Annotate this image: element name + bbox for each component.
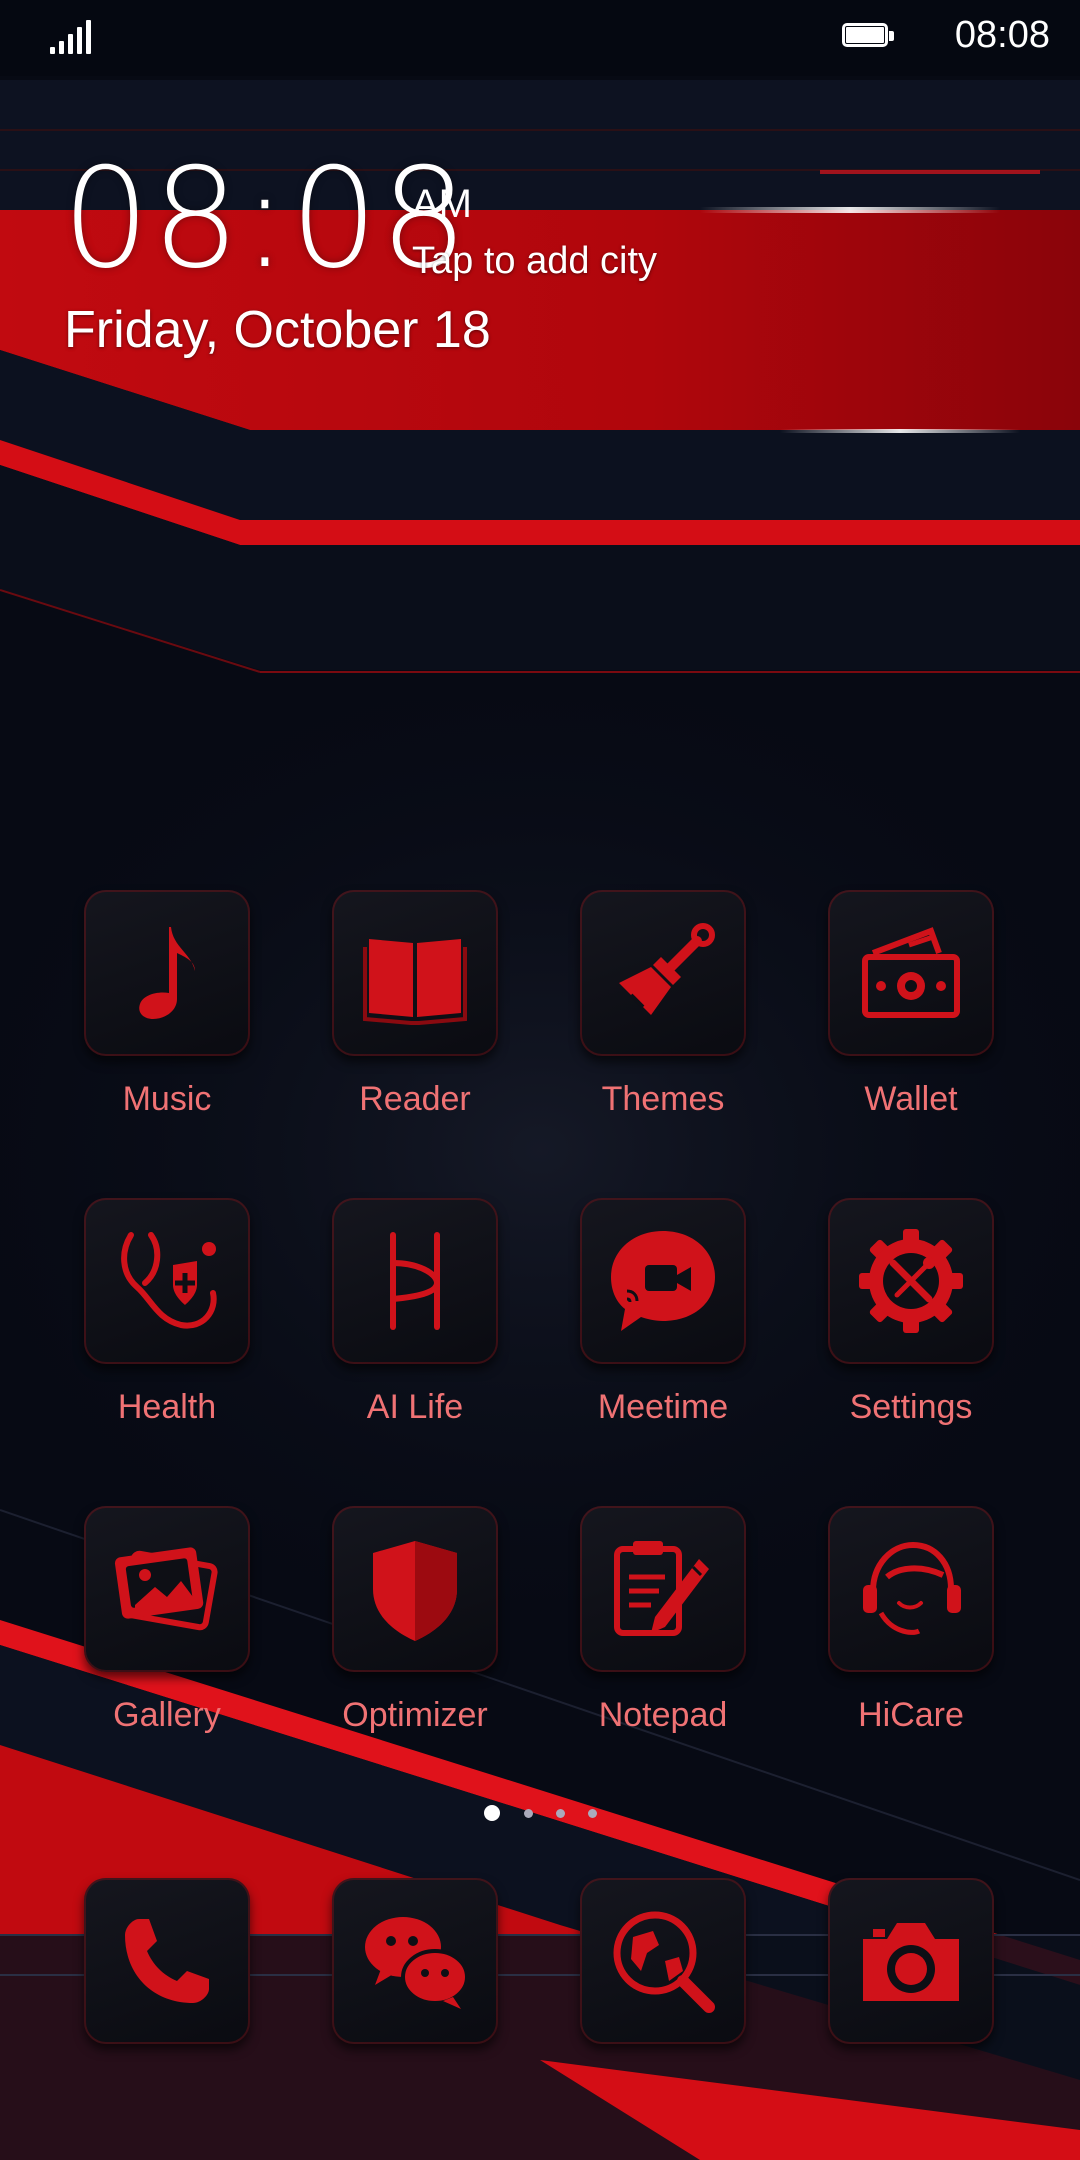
dock-camera[interactable]: [828, 1878, 994, 2044]
app-label: Notepad: [598, 1696, 728, 1734]
clock-date[interactable]: Friday, October 18: [64, 300, 491, 360]
camera-icon: [828, 1878, 994, 2044]
dock-browser[interactable]: [580, 1878, 746, 2044]
clock-time[interactable]: 08:08: [62, 150, 470, 288]
app-wallet[interactable]: Wallet: [796, 890, 996, 1130]
page-dot[interactable]: [556, 1809, 565, 1818]
app-reader[interactable]: Reader: [300, 890, 500, 1130]
browser-globe-icon: [580, 1878, 746, 2044]
app-label: Music: [122, 1080, 212, 1118]
phone-icon: [84, 1878, 250, 2044]
app-themes[interactable]: Themes: [548, 890, 748, 1130]
app-label: AI Life: [366, 1388, 464, 1426]
app-hicare[interactable]: HiCare: [796, 1506, 996, 1746]
dock-chat[interactable]: [332, 1878, 498, 2044]
app-settings[interactable]: Settings: [796, 1198, 996, 1438]
app-label: Health: [117, 1388, 217, 1426]
gallery-icon: [84, 1506, 250, 1672]
clock-ampm: AM: [412, 182, 472, 226]
music-note-icon: [84, 890, 250, 1056]
app-label: Meetime: [597, 1388, 729, 1426]
app-gallery[interactable]: Gallery: [52, 1506, 252, 1746]
app-optimizer[interactable]: Optimizer: [300, 1506, 500, 1746]
stethoscope-icon: [84, 1198, 250, 1364]
dock-phone[interactable]: [84, 1878, 250, 2044]
app-label: HiCare: [858, 1696, 964, 1734]
book-icon: [332, 890, 498, 1056]
app-notepad[interactable]: Notepad: [548, 1506, 748, 1746]
app-label: Optimizer: [342, 1696, 488, 1734]
chat-bubbles-icon: [332, 1878, 498, 2044]
app-label: Gallery: [113, 1696, 221, 1734]
notepad-icon: [580, 1506, 746, 1672]
paintbrush-icon: [580, 890, 746, 1056]
app-ai-life[interactable]: AI Life: [300, 1198, 500, 1438]
page-dot[interactable]: [588, 1809, 597, 1818]
app-music[interactable]: Music: [52, 890, 252, 1130]
wallet-icon: [828, 890, 994, 1056]
page-indicator[interactable]: [0, 1803, 1080, 1823]
video-chat-icon: [580, 1198, 746, 1364]
headset-icon: [828, 1506, 994, 1672]
gear-icon: [828, 1198, 994, 1364]
app-label: Reader: [359, 1080, 471, 1118]
signal-strength-icon: [50, 18, 92, 54]
app-label: Themes: [601, 1080, 725, 1118]
app-label: Settings: [849, 1388, 973, 1426]
status-bar: 08:08: [0, 0, 1080, 76]
app-label: Wallet: [864, 1080, 958, 1118]
battery-icon: [842, 23, 896, 51]
shield-icon: [332, 1506, 498, 1672]
app-health[interactable]: Health: [52, 1198, 252, 1438]
page-dot[interactable]: [524, 1809, 533, 1818]
status-bar-time: 08:08: [954, 14, 1050, 56]
app-meetime[interactable]: Meetime: [548, 1198, 748, 1438]
ai-life-icon: [332, 1198, 498, 1364]
add-city-prompt[interactable]: Tap to add city: [412, 240, 657, 283]
page-dot-active[interactable]: [484, 1805, 500, 1821]
